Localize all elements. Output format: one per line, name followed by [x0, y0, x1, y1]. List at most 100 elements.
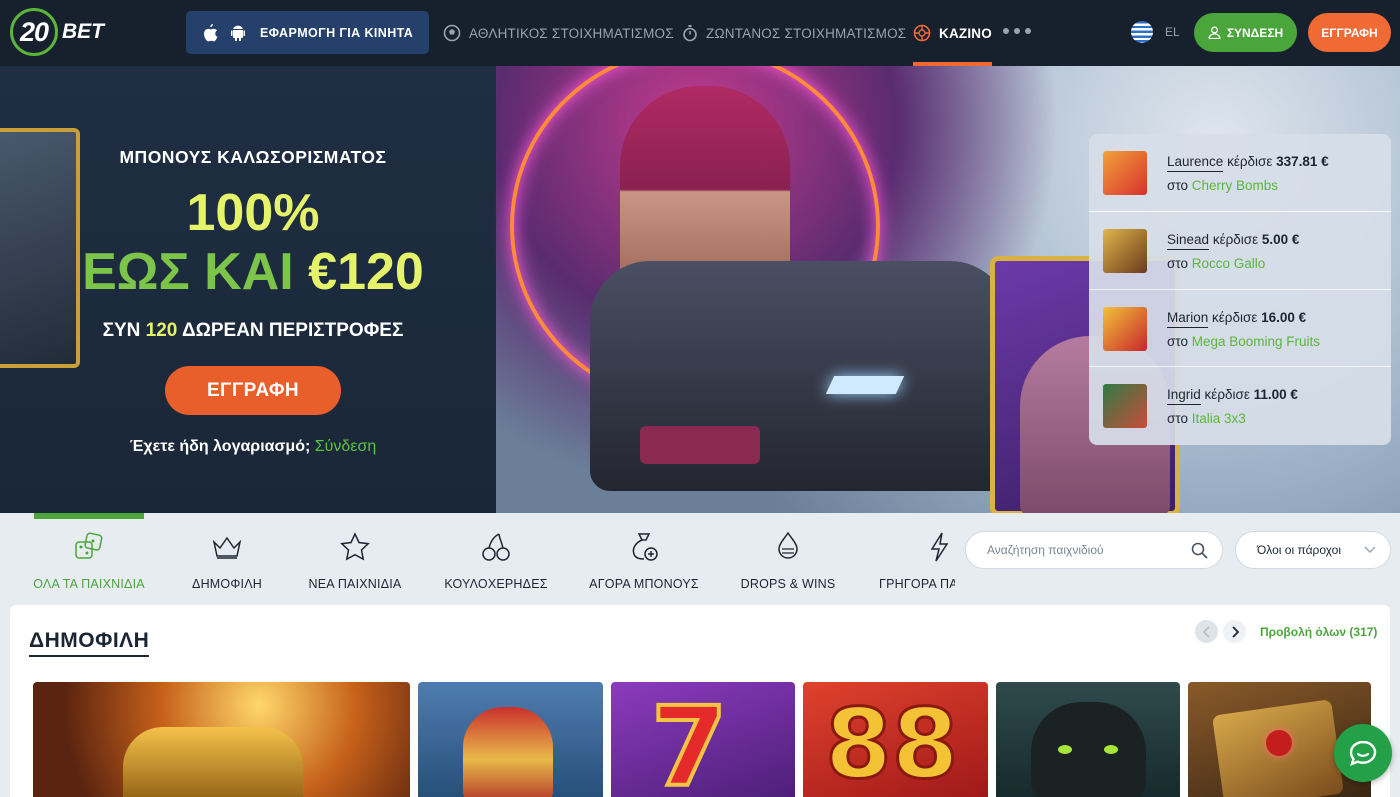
tab-popular-label: ΔΗΜΟΦΙΛΗ: [192, 577, 262, 591]
tab-fast-games-label: ΓΡΗΓΟΡΑ ΠΑ: [879, 577, 955, 591]
fortune-god-art: [463, 707, 553, 797]
language-selector[interactable]: EL: [1131, 21, 1180, 43]
winner-name: Laurence: [1167, 154, 1224, 172]
roulette-icon: [913, 24, 931, 42]
winner-game[interactable]: Rocco Gallo: [1192, 256, 1266, 271]
nav-live-betting[interactable]: ΖΩΝΤΑΝΟΣ ΣΤΟΙΧΗΜΑΤΙΣΜΟΣ: [682, 0, 906, 66]
winner-in: στο: [1167, 411, 1188, 427]
winner-item[interactable]: Sinead κέρδισε 5.00 € στο Rocco Gallo: [1089, 212, 1391, 290]
hero-register-button[interactable]: ΕΓΓΡΑΦΗ: [165, 366, 341, 415]
winner-amount: 5.00 €: [1261, 231, 1300, 247]
login-button[interactable]: ΣΥΝΔΕΣΗ: [1194, 13, 1297, 52]
winner-verb: κέρδισε: [1204, 387, 1250, 403]
popular-games-section: ΔΗΜΟΦΙΛΗ Προβολή όλων (317) 7 88: [10, 605, 1390, 797]
tab-slots[interactable]: ΚΟΥΛΟΧΕΡΗΔΕΣ: [444, 513, 547, 605]
winner-amount: 337.81 €: [1276, 154, 1329, 169]
dice-icon: [75, 532, 103, 559]
tab-new-games[interactable]: ΝΕΑ ΠΑΙΧΝΙΔΙΑ: [309, 513, 401, 605]
game-search-input[interactable]: Αναζήτηση παιχνιδιού: [965, 531, 1223, 569]
mobile-app-button[interactable]: ΕΦΑΡΜΟΓΗ ΓΙΑ ΚΙΝΗΤΑ: [186, 11, 429, 54]
login-label: ΣΥΝΔΕΣΗ: [1226, 25, 1284, 40]
winner-in: στο: [1167, 255, 1188, 271]
winner-amount: 11.00 €: [1253, 387, 1298, 403]
free-spins-text: ΣΥΝ 120 ΔΩΡΕΑΝ ΠΕΡΙΣΤΡΟΦΕΣ: [0, 320, 506, 342]
nav-sports-betting[interactable]: ΑΘΛΗΤΙΚΟΣ ΣΤΟΙΧΗΜΑΤΙΣΜΟΣ: [443, 0, 674, 66]
bonus-value: €120: [308, 243, 424, 301]
bonus-heading: ΜΠΟΝΟΥΣ ΚΑΛΩΣΟΡΙΣΜΑΤΟΣ: [119, 147, 387, 167]
mobile-app-label: ΕΦΑΡΜΟΓΗ ΓΙΑ ΚΙΝΗΤΑ: [260, 25, 414, 40]
bonus-amount: ΕΩΣ ΚΑΙ €120: [0, 242, 506, 302]
winner-game[interactable]: Mega Booming Fruits: [1192, 334, 1320, 349]
stopwatch-icon: [683, 25, 697, 42]
provider-select[interactable]: Όλοι οι πάροχοι: [1235, 531, 1391, 569]
winner-game-line: στο Rocco Gallo: [1167, 256, 1265, 271]
crown-icon: [212, 536, 242, 559]
game-tile[interactable]: 7: [611, 682, 795, 797]
nav-casino-label: ΚΑΖΙΝΟ: [939, 25, 992, 41]
winner-item[interactable]: Marion κέρδισε 16.00 € στο Mega Booming …: [1089, 290, 1391, 368]
android-icon: [231, 25, 245, 41]
account-question: Έχετε ήδη λογαριασμό;: [129, 438, 311, 455]
tab-all-games[interactable]: ΟΛΑ ΤΑ ΠΑΙΧΝΙΔΙΑ: [33, 513, 145, 605]
chevron-right-icon: [1231, 625, 1239, 638]
cherries-icon: [482, 533, 510, 561]
winner-game[interactable]: Cherry Bombs: [1192, 178, 1278, 193]
chevron-down-icon: [1364, 546, 1376, 553]
category-tabs: ΟΛΑ ΤΑ ΠΑΙΧΝΙΔΙΑ ΔΗΜΟΦΙΛΗ ΝΕΑ ΠΑΙΧΝΙΔΙΑ …: [0, 513, 955, 605]
tab-popular[interactable]: ΔΗΜΟΦΙΛΗ: [192, 513, 262, 605]
register-button[interactable]: ΕΓΓΡΑΦΗ: [1308, 13, 1391, 52]
winner-item[interactable]: Ingrid κέρδισε 11.00 € στο Italia 3x3: [1089, 367, 1391, 445]
car-headlight: [825, 376, 905, 394]
winner-in: στο: [1167, 178, 1188, 193]
winner-verb: κέρδισε: [1227, 154, 1273, 169]
top-navigation-bar: 20 BET ΕΦΑΡΜΟΓΗ ΓΙΑ ΚΙΝΗΤΑ ΑΘΛΗΤΙΚΟΣ ΣΤΟ…: [0, 0, 1400, 66]
winner-amount: 16.00 €: [1261, 309, 1307, 325]
carousel-prev-button[interactable]: [1195, 620, 1218, 643]
winner-line: Sinead κέρδισε 5.00 €: [1167, 231, 1300, 250]
nav-casino[interactable]: ΚΑΖΙΝΟ: [913, 0, 992, 66]
carousel-next-button[interactable]: [1223, 620, 1246, 643]
winner-game[interactable]: Italia 3x3: [1192, 411, 1246, 426]
chat-bubble-icon: [1349, 740, 1377, 767]
tab-new-games-label: ΝΕΑ ΠΑΙΧΝΙΔΙΑ: [308, 577, 402, 591]
logo[interactable]: 20 BET: [10, 8, 104, 56]
nav-live-label: ΖΩΝΤΑΝΟΣ ΣΤΟΙΧΗΜΑΤΙΣΜΟΣ: [706, 25, 907, 41]
winner-item[interactable]: Laurence κέρδισε 337.81 € στο Cherry Bom…: [1089, 134, 1391, 212]
greek-flag-icon: [1131, 21, 1153, 43]
game-tile[interactable]: [33, 682, 410, 797]
game-tile[interactable]: [996, 682, 1180, 797]
winner-name: Sinead: [1167, 231, 1210, 250]
treasure-chest-art: [123, 727, 303, 797]
winner-line: Ingrid κέρδισε 11.00 €: [1167, 387, 1298, 406]
eighty-eight-art: 88: [824, 688, 961, 797]
winner-line: Laurence κέρδισε 337.81 €: [1167, 154, 1329, 172]
tab-bonus-buy-label: ΑΓΟΡΑ ΜΠΟΝΟΥΣ: [589, 577, 699, 591]
winner-verb: κέρδισε: [1212, 231, 1259, 247]
winner-name: Ingrid: [1167, 387, 1201, 406]
live-chat-button[interactable]: [1334, 724, 1392, 782]
soccer-ball-icon: [443, 24, 461, 42]
provider-selected: Όλοι οι πάροχοι: [1257, 543, 1341, 557]
section-title: ΔΗΜΟΦΙΛΗ: [29, 629, 150, 657]
tab-drops-wins[interactable]: DROPS & WINS: [741, 513, 835, 605]
recent-winners-panel: Laurence κέρδισε 337.81 € στο Cherry Bom…: [1089, 134, 1391, 445]
logo-text: BET: [62, 20, 104, 43]
game-thumbnail: [1103, 151, 1147, 195]
game-tile[interactable]: 88: [803, 682, 988, 797]
tab-slots-label: ΚΟΥΛΟΧΕΡΗΔΕΣ: [444, 577, 548, 591]
search-icon[interactable]: [1191, 542, 1208, 559]
game-thumbnail: [1103, 306, 1147, 351]
hero-login-link[interactable]: Σύνδεση: [315, 438, 376, 455]
panther-eye-left: [1058, 745, 1072, 754]
existing-account-text: Έχετε ήδη λογαριασμό; Σύνδεση: [0, 438, 506, 456]
tab-bonus-buy[interactable]: ΑΓΟΡΑ ΜΠΟΝΟΥΣ: [589, 513, 699, 605]
panther-art: [1031, 702, 1146, 797]
bonus-percent: 100%: [186, 184, 320, 242]
bonus-upto: ΕΩΣ ΚΑΙ: [82, 243, 294, 301]
tab-fast-games[interactable]: ΓΡΗΓΟΡΑ ΠΑ: [879, 513, 955, 605]
view-all-link[interactable]: Προβολή όλων (317): [1260, 625, 1377, 639]
more-menu-icon[interactable]: [1003, 28, 1031, 34]
game-tile[interactable]: [418, 682, 603, 797]
spins-count: 120: [145, 320, 178, 341]
book-gem: [1266, 730, 1292, 756]
